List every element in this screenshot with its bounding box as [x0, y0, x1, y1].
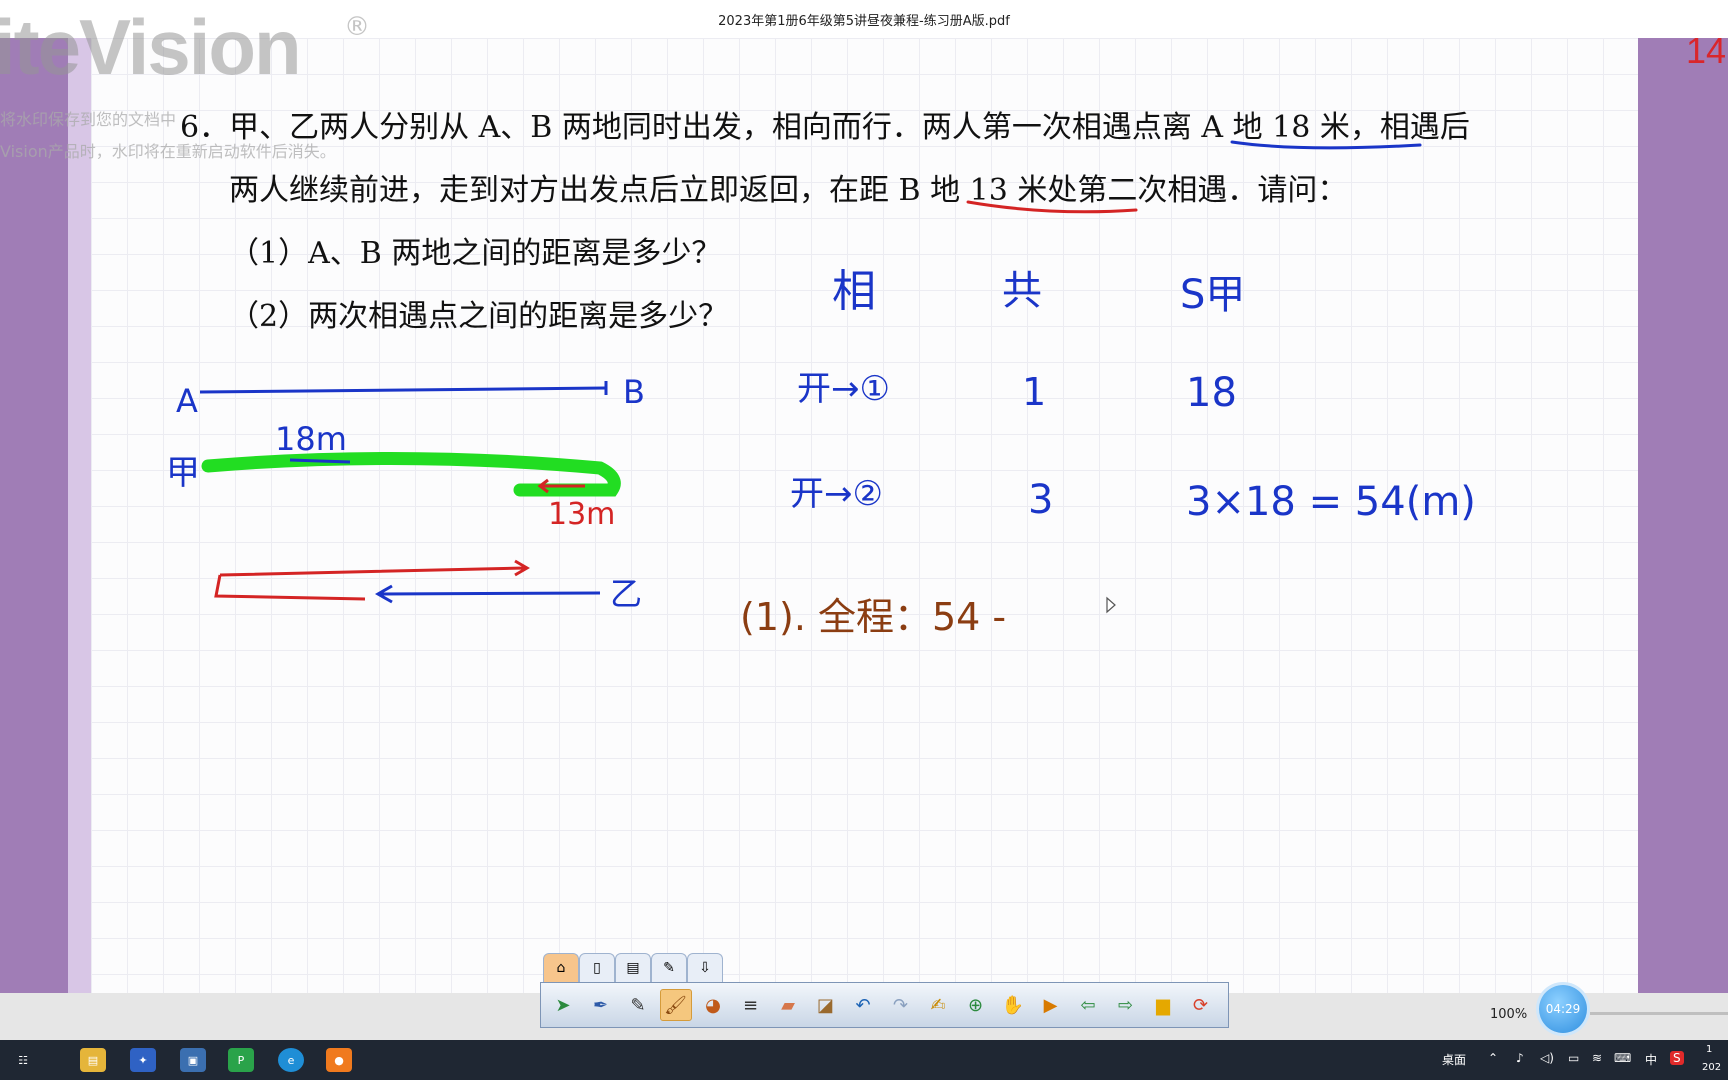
volume-icon[interactable]: ◁): [1540, 1051, 1554, 1065]
watermark-text-line1: 将水印保存到您的文档中: [0, 110, 177, 129]
problem-line-2: 两人继续前进，走到对方出发点后立即返回，在距 B 地 13 米处第二次相遇．请问…: [229, 173, 1348, 208]
edit-note-icon[interactable]: ✍: [922, 989, 954, 1021]
home-tab-icon[interactable]: ⌂: [543, 953, 579, 982]
eraser-icon[interactable]: ▰: [772, 989, 804, 1021]
taskbar: [0, 1040, 1728, 1080]
zoom-slider[interactable]: [1590, 1012, 1728, 1015]
watermark-logo: iteVision: [0, 3, 302, 91]
timer-button[interactable]: 04:29: [1539, 985, 1587, 1033]
hand-icon[interactable]: ✋: [997, 989, 1029, 1021]
new-page-icon[interactable]: ⊕: [960, 989, 992, 1021]
left-margin-stripe: [68, 38, 91, 993]
select-arrow-icon[interactable]: ➤: [547, 989, 579, 1021]
tray-chevron-icon[interactable]: ⌃: [1488, 1051, 1498, 1065]
line-style-icon[interactable]: ≡: [735, 989, 767, 1021]
toolbar-tabs: ⌂ ▯ ▤ ✎ ⇩: [543, 953, 723, 983]
watermark-registered-mark: ®: [344, 12, 370, 42]
file-explorer-icon[interactable]: ▤: [80, 1048, 106, 1072]
paste-tab-icon[interactable]: ▤: [615, 953, 651, 982]
task-view-icon[interactable]: ☷: [10, 1048, 36, 1072]
playback-icon[interactable]: ▶: [1035, 989, 1067, 1021]
microphone-icon[interactable]: ♪: [1516, 1051, 1524, 1065]
question-2: （2）两次相遇点之间的距离是多少？: [229, 299, 729, 334]
app-icon-3[interactable]: ▣: [180, 1048, 206, 1072]
problem-line-1: 6．甲、乙两人分别从 A、B 两地同时出发，相向而行．两人第一次相遇点离 A 地…: [180, 110, 1470, 145]
app-icon-6[interactable]: ●: [326, 1048, 352, 1072]
page-number: 14: [1686, 30, 1727, 71]
pen-toolbar: ➤ ✒ ✎ 🖌 ◕ ≡ ▰ ◪ ↶ ↷ ✍ ⊕ ✋ ▶ ⇦ ⇨ ▆ ⟳: [540, 982, 1229, 1028]
app-icon-2[interactable]: ✦: [130, 1048, 156, 1072]
right-margin-panel: [1638, 38, 1728, 993]
clock-date[interactable]: 202: [1702, 1062, 1721, 1073]
keyboard-icon[interactable]: ⌨: [1614, 1051, 1631, 1065]
undo-icon[interactable]: ↶: [847, 989, 879, 1021]
clock-time[interactable]: 1: [1706, 1044, 1712, 1055]
folder-icon[interactable]: ▆: [1147, 989, 1179, 1021]
prev-page-icon[interactable]: ⇦: [1072, 989, 1104, 1021]
desktop-label[interactable]: 桌面: [1442, 1051, 1466, 1068]
sogou-ime-icon[interactable]: S: [1670, 1051, 1684, 1065]
tools-tab-icon[interactable]: ✎: [651, 953, 687, 982]
export-tab-icon[interactable]: ⇩: [687, 953, 723, 982]
edge-browser-icon[interactable]: e: [278, 1048, 304, 1072]
battery-icon[interactable]: ▭: [1568, 1051, 1579, 1065]
pdf-app-icon[interactable]: P: [228, 1048, 254, 1072]
pen-icon[interactable]: ✎: [622, 989, 654, 1021]
brush-icon[interactable]: 🖌: [659, 989, 692, 1021]
next-page-icon[interactable]: ⇨: [1110, 989, 1142, 1021]
zoom-level: 100%: [1490, 1007, 1528, 1022]
wifi-icon[interactable]: ≋: [1592, 1051, 1602, 1065]
left-margin-panel: [0, 38, 91, 993]
clear-icon[interactable]: ◪: [810, 989, 842, 1021]
ime-indicator[interactable]: 中: [1645, 1051, 1657, 1068]
pen-select-icon[interactable]: ✒: [585, 989, 617, 1021]
page-tab-icon[interactable]: ▯: [579, 953, 615, 982]
redo-icon[interactable]: ↷: [885, 989, 917, 1021]
color-palette-icon[interactable]: ◕: [697, 989, 729, 1021]
refresh-icon[interactable]: ⟳: [1185, 989, 1217, 1021]
question-1: （1）A、B 两地之间的距离是多少？: [229, 236, 722, 271]
